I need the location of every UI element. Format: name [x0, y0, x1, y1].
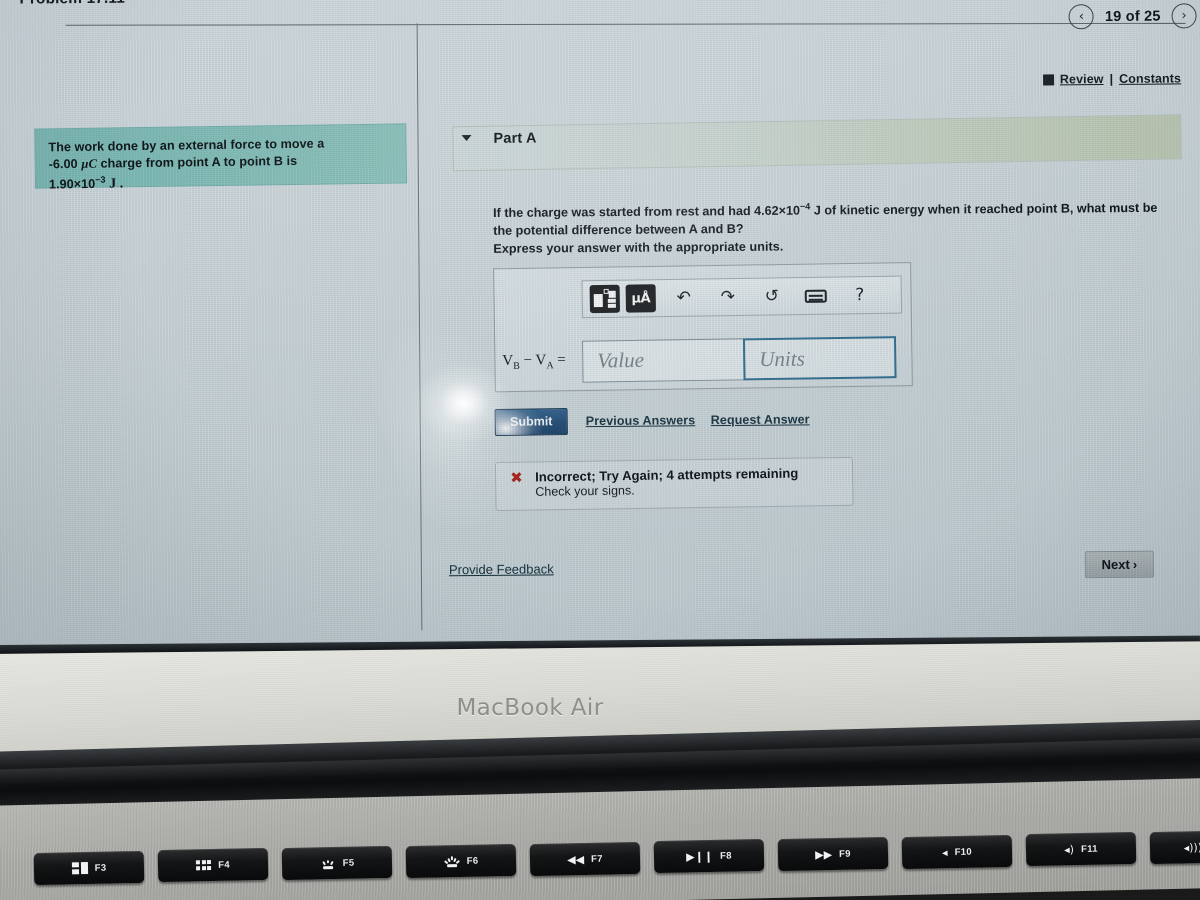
function-key-f11-label: F11: [1080, 843, 1098, 855]
review-constants-bar: Review | Constants: [1042, 71, 1181, 86]
units-icon-label: µÅ: [631, 290, 651, 307]
keyboard-brightness-down-icon: [320, 857, 336, 870]
question-exponent: −4: [799, 201, 811, 212]
x-mark-icon: ✖: [510, 468, 523, 487]
keyboard-icon[interactable]: [794, 280, 838, 311]
photographed-laptop-screenshot: Problem 17.11 ‹ 19 of 25 › Review | Cons…: [0, 0, 1200, 900]
function-key-f7-label: F7: [590, 853, 603, 865]
caret-down-icon[interactable]: [461, 135, 472, 142]
function-key-f4[interactable]: F4: [157, 847, 269, 883]
mission-control-icon: [71, 862, 88, 875]
rewind-icon: ◀◀: [567, 852, 585, 866]
part-a-header-bar[interactable]: [452, 114, 1182, 172]
play-pause-icon: ▶❙❙: [686, 849, 714, 863]
screen-glare-on-submit: [494, 408, 543, 437]
given-line-2: charge from point A to point B is: [100, 153, 298, 171]
units-placeholder: Units: [759, 346, 805, 372]
function-key-f11[interactable]: ◂) F11: [1025, 831, 1137, 867]
equation-v1: V: [502, 352, 514, 369]
given-charge-value: -6.00: [48, 156, 78, 171]
question-text: If the charge was started from rest and …: [493, 195, 1175, 240]
mute-icon: ◂: [941, 845, 948, 859]
function-key-f8-label: F8: [719, 850, 732, 862]
next-problem-button[interactable]: ›: [1171, 3, 1197, 29]
given-work-unit: J .: [109, 176, 124, 192]
function-key-f8[interactable]: ▶❙❙ F8: [653, 838, 765, 874]
page-title: Problem 17.11: [19, 0, 125, 9]
volume-up-icon: ◂))): [1183, 840, 1200, 854]
next-button-label: Next: [1101, 556, 1130, 573]
equation-v2: V: [535, 352, 547, 369]
given-work-value: 1.90×10: [48, 176, 96, 192]
function-key-f12[interactable]: ◂))) F12: [1149, 829, 1200, 865]
units-input[interactable]: Units: [742, 336, 897, 381]
laptop-screen: Problem 17.11 ‹ 19 of 25 › Review | Cons…: [0, 0, 1200, 655]
units-micro-angstrom-icon[interactable]: µÅ: [625, 284, 656, 313]
submit-button[interactable]: Submit: [494, 408, 568, 437]
function-key-f10-label: F10: [954, 846, 973, 858]
function-key-f6[interactable]: F6: [405, 843, 517, 879]
next-button[interactable]: Next ›: [1084, 550, 1154, 579]
prev-problem-button[interactable]: ‹: [1068, 4, 1095, 30]
equation-minus: −: [519, 352, 536, 369]
column-divider: [416, 23, 423, 631]
part-a-label: Part A: [493, 130, 537, 147]
fast-forward-icon: ▶▶: [815, 847, 833, 861]
function-key-f10[interactable]: ◂ F10: [901, 834, 1013, 870]
equation-label: VB − VA =: [502, 352, 566, 372]
help-icon[interactable]: ?: [838, 280, 882, 311]
value-input[interactable]: Value: [581, 338, 745, 383]
function-key-f5-label: F5: [342, 857, 355, 869]
pager: ‹ 19 of 25 ›: [1068, 3, 1197, 30]
value-placeholder: Value: [597, 347, 645, 373]
review-link[interactable]: Review: [1060, 72, 1104, 86]
given-charge-unit: µC: [81, 156, 98, 171]
pager-label: 19 of 25: [1104, 8, 1161, 25]
square-icon: [1042, 73, 1054, 86]
given-statement-text: The work done by an external force to mo…: [48, 135, 379, 194]
review-separator: |: [1109, 71, 1114, 86]
function-key-f7[interactable]: ◀◀ F7: [529, 841, 641, 877]
launchpad-grid-icon: [195, 860, 212, 871]
function-key-f3-label: F3: [94, 862, 107, 874]
math-input-toolbar: µÅ ↶ ↷ ↺ ?: [581, 275, 903, 319]
function-key-f5[interactable]: F5: [281, 845, 393, 881]
undo-icon[interactable]: ↶: [662, 282, 706, 313]
redo-icon[interactable]: ↷: [706, 282, 750, 313]
chevron-right-icon: ›: [1132, 556, 1138, 572]
function-key-f9-label: F9: [838, 848, 851, 860]
constants-link[interactable]: Constants: [1119, 71, 1181, 85]
function-key-f9[interactable]: ▶▶ F9: [777, 836, 889, 872]
masteringphysics-page: Problem 17.11 ‹ 19 of 25 › Review | Cons…: [0, 0, 1200, 655]
reset-icon[interactable]: ↺: [750, 281, 794, 312]
feedback-hint: Check your signs.: [535, 483, 635, 499]
question-text-a: If the charge was started from rest and …: [493, 203, 801, 221]
macbook-air-logo: MacBook Air: [456, 695, 604, 721]
template-matrix-icon[interactable]: [589, 284, 620, 314]
function-key-f6-label: F6: [466, 855, 479, 867]
given-work-exponent: −3: [95, 174, 106, 185]
header-divider: [65, 22, 1186, 26]
provide-feedback-link[interactable]: Provide Feedback: [449, 561, 554, 577]
request-answer-link[interactable]: Request Answer: [711, 412, 810, 427]
given-line-1: The work done by an external force to mo…: [48, 136, 325, 155]
function-key-f4-label: F4: [218, 859, 231, 871]
previous-answers-link[interactable]: Previous Answers: [586, 413, 696, 428]
keyboard-brightness-up-icon: [443, 855, 460, 868]
function-key-f3[interactable]: F3: [33, 850, 145, 886]
volume-down-icon: ◂): [1064, 842, 1075, 856]
answer-instruction: Express your answer with the appropriate…: [493, 239, 784, 256]
equation-equals: =: [553, 352, 566, 369]
